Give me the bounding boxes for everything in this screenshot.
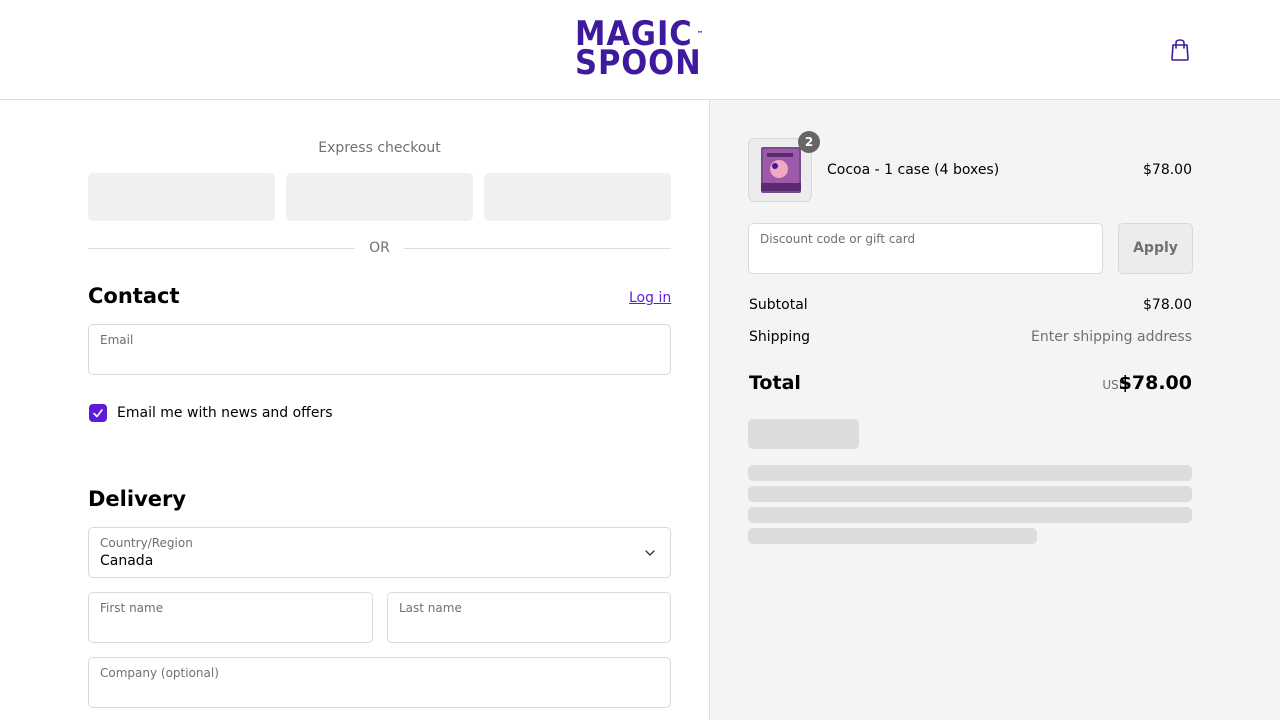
logo-trademark: ™ — [697, 30, 705, 38]
magic-spoon-logo[interactable]: MAGIC SPOON ™ — [575, 17, 707, 83]
company-field[interactable]: Company (optional) — [88, 657, 671, 708]
email-field-label: Email — [100, 333, 134, 347]
checkout-form-panel: Express checkout OR Contact Log in Email… — [0, 100, 709, 720]
loading-skeleton-line — [748, 507, 1192, 523]
country-label: Country/Region — [100, 536, 193, 550]
total-label: Total — [749, 372, 801, 394]
first-name-label: First name — [100, 601, 164, 615]
login-link[interactable]: Log in — [629, 290, 671, 306]
newsletter-checkbox[interactable] — [89, 404, 107, 422]
or-divider-label: OR — [369, 240, 390, 256]
email-field[interactable]: Email — [88, 324, 671, 375]
shopping-bag-icon[interactable] — [1169, 38, 1191, 62]
express-checkout-title: Express checkout — [318, 140, 441, 156]
subtotal-label: Subtotal — [749, 297, 808, 313]
order-summary-panel: 2 Cocoa - 1 case (4 boxes) $78.00 Discou… — [709, 100, 1280, 720]
country-select[interactable]: Country/Region Canada — [88, 527, 671, 578]
subtotal-value: $78.00 — [1143, 297, 1192, 313]
quantity-badge: 2 — [798, 131, 820, 153]
logo-line-2: SPOON — [575, 43, 702, 83]
apply-discount-button[interactable]: Apply — [1118, 223, 1193, 274]
contact-heading: Contact — [88, 284, 180, 308]
shipping-label: Shipping — [749, 329, 811, 345]
checkmark-icon — [93, 409, 103, 418]
last-name-field[interactable]: Last name — [387, 592, 671, 643]
shipping-value: Enter shipping address — [1031, 329, 1192, 345]
loading-skeleton-line — [748, 465, 1192, 481]
divider-right — [404, 248, 671, 249]
last-name-label: Last name — [399, 601, 462, 615]
express-pay-button-3[interactable] — [484, 173, 671, 221]
product-price: $78.00 — [1143, 162, 1192, 178]
company-label: Company (optional) — [100, 666, 219, 680]
newsletter-label: Email me with news and offers — [117, 405, 333, 421]
product-name: Cocoa - 1 case (4 boxes) — [827, 162, 1000, 178]
loading-skeleton-line — [748, 486, 1192, 502]
site-header: MAGIC SPOON ™ — [0, 0, 1280, 100]
chevron-down-icon — [645, 550, 655, 556]
discount-code-field[interactable]: Discount code or gift card — [748, 223, 1103, 274]
country-value: Canada — [100, 553, 154, 569]
total-value: $78.00 — [1118, 372, 1192, 394]
first-name-field[interactable]: First name — [88, 592, 373, 643]
divider-left — [88, 248, 355, 249]
delivery-heading: Delivery — [88, 487, 187, 511]
express-pay-button-1[interactable] — [88, 173, 275, 221]
express-pay-button-2[interactable] — [286, 173, 473, 221]
discount-code-placeholder: Discount code or gift card — [760, 232, 916, 246]
loading-skeleton-line — [748, 528, 1037, 544]
loading-skeleton-block — [748, 419, 859, 449]
